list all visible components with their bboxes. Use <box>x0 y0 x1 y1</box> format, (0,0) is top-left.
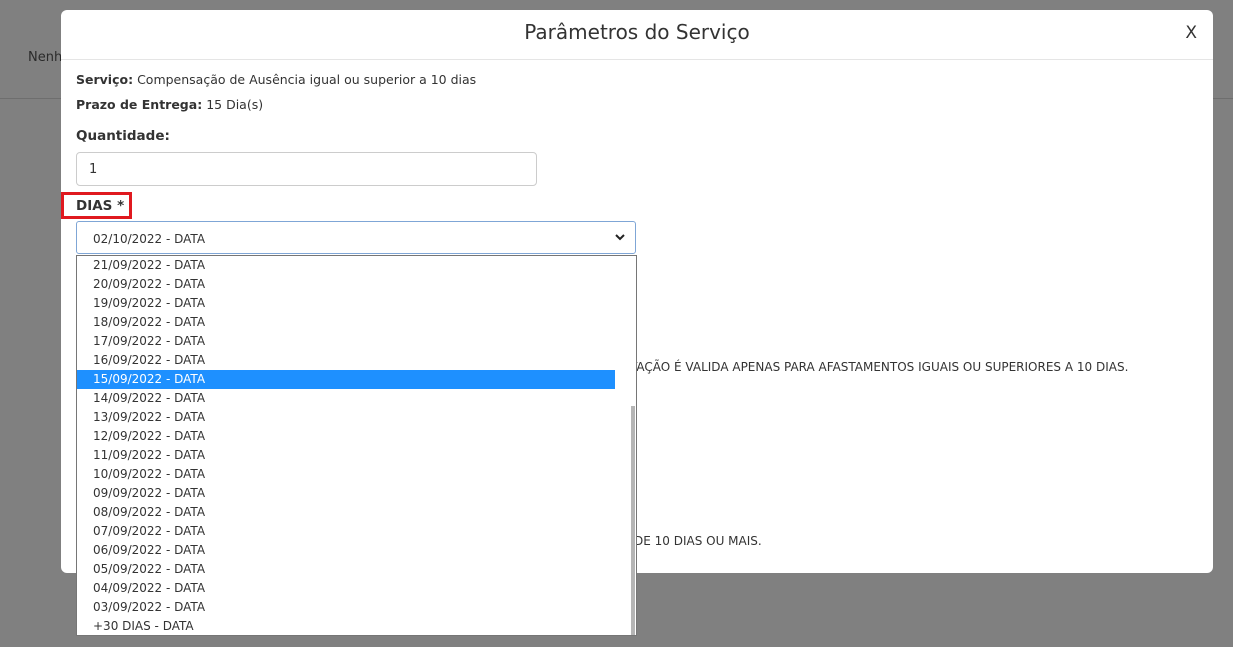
dropdown-option[interactable]: 09/09/2022 - DATA <box>77 484 615 503</box>
dias-select-value: 02/10/2022 - DATA <box>93 232 206 246</box>
dias-label: DIAS * <box>76 198 125 214</box>
service-label: Serviço: <box>76 72 134 87</box>
dropdown-option[interactable]: 03/09/2022 - DATA <box>77 598 615 617</box>
dropdown-option[interactable]: 10/09/2022 - DATA <box>77 465 615 484</box>
background-text: Nenh <box>28 50 63 65</box>
dropdown-option[interactable]: 08/09/2022 - DATA <box>77 503 615 522</box>
dropdown-option[interactable]: 05/09/2022 - DATA <box>77 560 615 579</box>
dropdown-option[interactable]: 06/09/2022 - DATA <box>77 541 615 560</box>
dropdown-option[interactable]: 11/09/2022 - DATA <box>77 446 615 465</box>
close-button[interactable]: X <box>1185 23 1197 43</box>
dropdown-option[interactable]: 04/09/2022 - DATA <box>77 579 615 598</box>
dropdown-option[interactable]: 07/09/2022 - DATA <box>77 522 615 541</box>
deadline-info: Prazo de Entrega: 15 Dia(s) <box>76 97 263 112</box>
dropdown-option[interactable]: 13/09/2022 - DATA <box>77 408 615 427</box>
deadline-label: Prazo de Entrega: <box>76 97 203 112</box>
dropdown-option[interactable]: 20/09/2022 - DATA <box>77 275 615 294</box>
dropdown-option[interactable]: 18/09/2022 - DATA <box>77 313 615 332</box>
modal-header: Parâmetros do Serviço X <box>61 10 1213 60</box>
service-info: Serviço: Compensação de Ausência igual o… <box>76 72 476 87</box>
quantity-input[interactable] <box>76 152 537 186</box>
dropdown-option[interactable]: 21/09/2022 - DATA <box>77 256 615 275</box>
dropdown-scrollbar[interactable] <box>630 256 636 635</box>
dropdown-option[interactable]: 19/09/2022 - DATA <box>77 294 615 313</box>
dropdown-option[interactable]: 17/09/2022 - DATA <box>77 332 615 351</box>
deadline-value: 15 Dia(s) <box>206 97 264 112</box>
chevron-down-icon <box>615 234 625 241</box>
notice-text-1: TAÇÃO É VALIDA APENAS PARA AFASTAMENTOS … <box>630 360 1129 374</box>
dropdown-option[interactable]: 12/09/2022 - DATA <box>77 427 615 446</box>
notice-text-2: DE 10 DIAS OU MAIS. <box>634 534 762 548</box>
dropdown-option[interactable]: 16/09/2022 - DATA <box>77 351 615 370</box>
quantity-label: Quantidade: <box>76 128 170 144</box>
modal-title: Parâmetros do Serviço <box>524 20 750 44</box>
dropdown-option[interactable]: +30 DIAS - DATA <box>77 617 615 635</box>
dias-select[interactable]: 02/10/2022 - DATA <box>76 221 636 254</box>
dias-dropdown-list[interactable]: 21/09/2022 - DATA 20/09/2022 - DATA 19/09/… <box>76 255 637 636</box>
service-value: Compensação de Ausência igual ou superio… <box>137 72 477 87</box>
scrollbar-thumb[interactable] <box>631 406 635 635</box>
dropdown-option[interactable]: 15/09/2022 - DATA <box>77 370 615 389</box>
dropdown-option[interactable]: 14/09/2022 - DATA <box>77 389 615 408</box>
dropdown-options: 21/09/2022 - DATA 20/09/2022 - DATA 19/09/… <box>77 256 636 635</box>
